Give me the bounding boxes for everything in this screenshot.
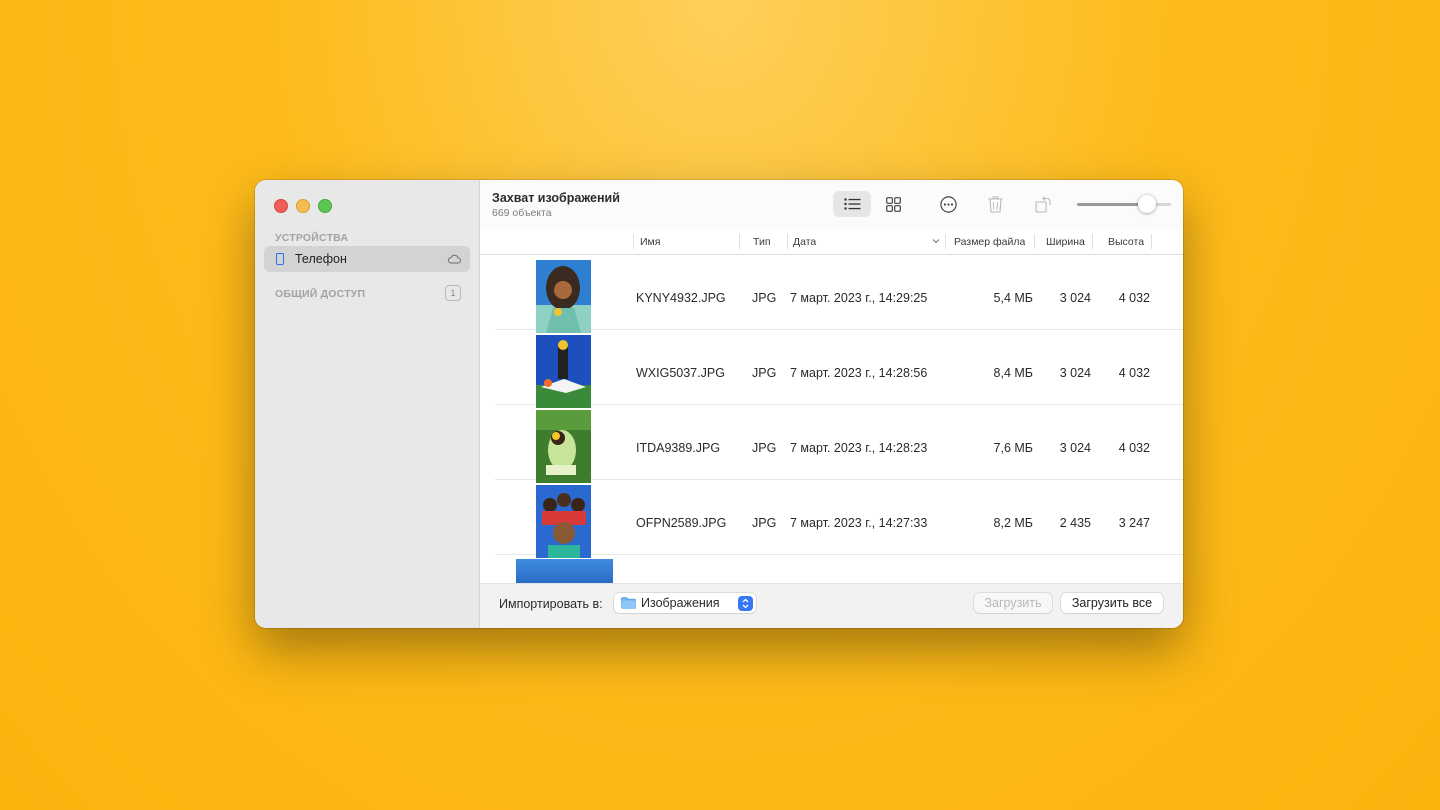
list-view-button[interactable] xyxy=(833,191,871,217)
table-row[interactable]: OFPN2589.JPG JPG 7 март. 2023 г., 14:27:… xyxy=(495,480,1183,558)
slider-fill xyxy=(1077,203,1147,206)
column-height[interactable]: Высота xyxy=(1108,236,1144,248)
grid-icon xyxy=(885,196,901,212)
iphone-icon xyxy=(276,253,284,265)
window-controls xyxy=(274,199,332,213)
column-width[interactable]: Ширина xyxy=(1046,236,1085,248)
image-width: 3 024 xyxy=(1059,366,1091,380)
image-capture-window: УСТРОЙСТВА Телефон ОБЩИЙ ДОСТУП 1 Захват… xyxy=(255,180,1183,628)
item-count: 669 объекта xyxy=(492,207,552,219)
import-bar: Импортировать в: Изображения Загрузить З… xyxy=(480,583,1183,628)
photo-thumbnail[interactable] xyxy=(536,260,591,333)
file-name: ITDA9389.JPG xyxy=(636,441,721,455)
list-icon xyxy=(843,198,860,210)
file-date: 7 март. 2023 г., 14:28:23 xyxy=(790,441,928,455)
file-type: JPG xyxy=(752,516,777,530)
photo-thumbnail[interactable] xyxy=(516,559,613,583)
table-row[interactable]: WXIG5037.JPG JPG 7 март. 2023 г., 14:28:… xyxy=(495,330,1183,408)
delete-button[interactable] xyxy=(976,191,1014,217)
shared-count-badge: 1 xyxy=(445,285,461,301)
rotate-icon xyxy=(1034,195,1051,213)
image-width: 2 435 xyxy=(1059,516,1091,530)
chevron-up-down-icon xyxy=(742,598,749,608)
import-button[interactable]: Загрузить xyxy=(974,593,1052,613)
sidebar-item-phone[interactable]: Телефон xyxy=(264,246,470,272)
photo-thumbnail[interactable] xyxy=(536,410,591,483)
destination-select[interactable]: Изображения xyxy=(614,593,756,613)
slider-knob[interactable] xyxy=(1137,195,1156,213)
device-name: Телефон xyxy=(295,252,347,266)
table-row[interactable]: ITDA9389.JPG JPG 7 март. 2023 г., 14:28:… xyxy=(495,405,1183,483)
column-date[interactable]: Дата xyxy=(793,236,816,248)
sidebar: УСТРОЙСТВА Телефон ОБЩИЙ ДОСТУП 1 xyxy=(255,180,480,628)
thumbnail-size-slider[interactable] xyxy=(1077,195,1171,213)
photo-thumbnail[interactable] xyxy=(536,485,591,558)
photo-list: KYNY4932.JPG JPG 7 март. 2023 г., 14:29:… xyxy=(480,255,1183,583)
devices-section-title: УСТРОЙСТВА xyxy=(275,232,349,244)
minimize-window-button[interactable] xyxy=(296,199,310,213)
cloud-icon xyxy=(447,254,461,264)
toolbar: Захват изображений 669 объекта xyxy=(480,180,1183,230)
shared-section-title: ОБЩИЙ ДОСТУП xyxy=(275,288,366,300)
table-row[interactable]: KYNY4932.JPG JPG 7 март. 2023 г., 14:29:… xyxy=(495,255,1183,333)
file-size: 8,2 МБ xyxy=(993,516,1033,530)
sort-descending-icon xyxy=(932,239,940,244)
file-type: JPG xyxy=(752,291,777,305)
import-destination-label: Импортировать в: xyxy=(499,597,603,611)
table-header: Имя Тип Дата Размер файла Ширина Высота xyxy=(480,229,1183,255)
image-height: 4 032 xyxy=(1118,291,1150,305)
image-height: 4 032 xyxy=(1118,441,1150,455)
trash-icon xyxy=(988,195,1002,213)
ellipsis-circle-icon xyxy=(939,195,957,213)
destination-value: Изображения xyxy=(641,596,720,610)
file-size: 5,4 МБ xyxy=(993,291,1033,305)
image-width: 3 024 xyxy=(1059,441,1091,455)
file-name: KYNY4932.JPG xyxy=(636,291,726,305)
import-all-button[interactable]: Загрузить все xyxy=(1061,593,1163,613)
photo-thumbnail[interactable] xyxy=(536,335,591,408)
image-height: 4 032 xyxy=(1118,366,1150,380)
file-date: 7 март. 2023 г., 14:27:33 xyxy=(790,516,928,530)
grid-view-button[interactable] xyxy=(874,191,912,217)
column-size[interactable]: Размер файла xyxy=(954,236,1025,248)
file-size: 7,6 МБ xyxy=(993,441,1033,455)
image-width: 3 024 xyxy=(1059,291,1091,305)
column-type[interactable]: Тип xyxy=(753,236,771,248)
folder-icon xyxy=(621,597,636,609)
file-name: OFPN2589.JPG xyxy=(636,516,727,530)
file-date: 7 март. 2023 г., 14:28:56 xyxy=(790,366,928,380)
column-name[interactable]: Имя xyxy=(640,236,660,248)
file-size: 8,4 МБ xyxy=(993,366,1033,380)
close-window-button[interactable] xyxy=(274,199,288,213)
file-type: JPG xyxy=(752,441,777,455)
image-height: 3 247 xyxy=(1118,516,1150,530)
more-options-button[interactable] xyxy=(929,191,967,217)
maximize-window-button[interactable] xyxy=(318,199,332,213)
rotate-button[interactable] xyxy=(1024,191,1062,217)
file-date: 7 март. 2023 г., 14:29:25 xyxy=(790,291,928,305)
window-title: Захват изображений xyxy=(492,191,620,205)
file-name: WXIG5037.JPG xyxy=(636,366,725,380)
main-pane: Захват изображений 669 объекта Имя Тип Д… xyxy=(480,180,1183,628)
file-type: JPG xyxy=(752,366,777,380)
select-stepper[interactable] xyxy=(738,595,753,611)
